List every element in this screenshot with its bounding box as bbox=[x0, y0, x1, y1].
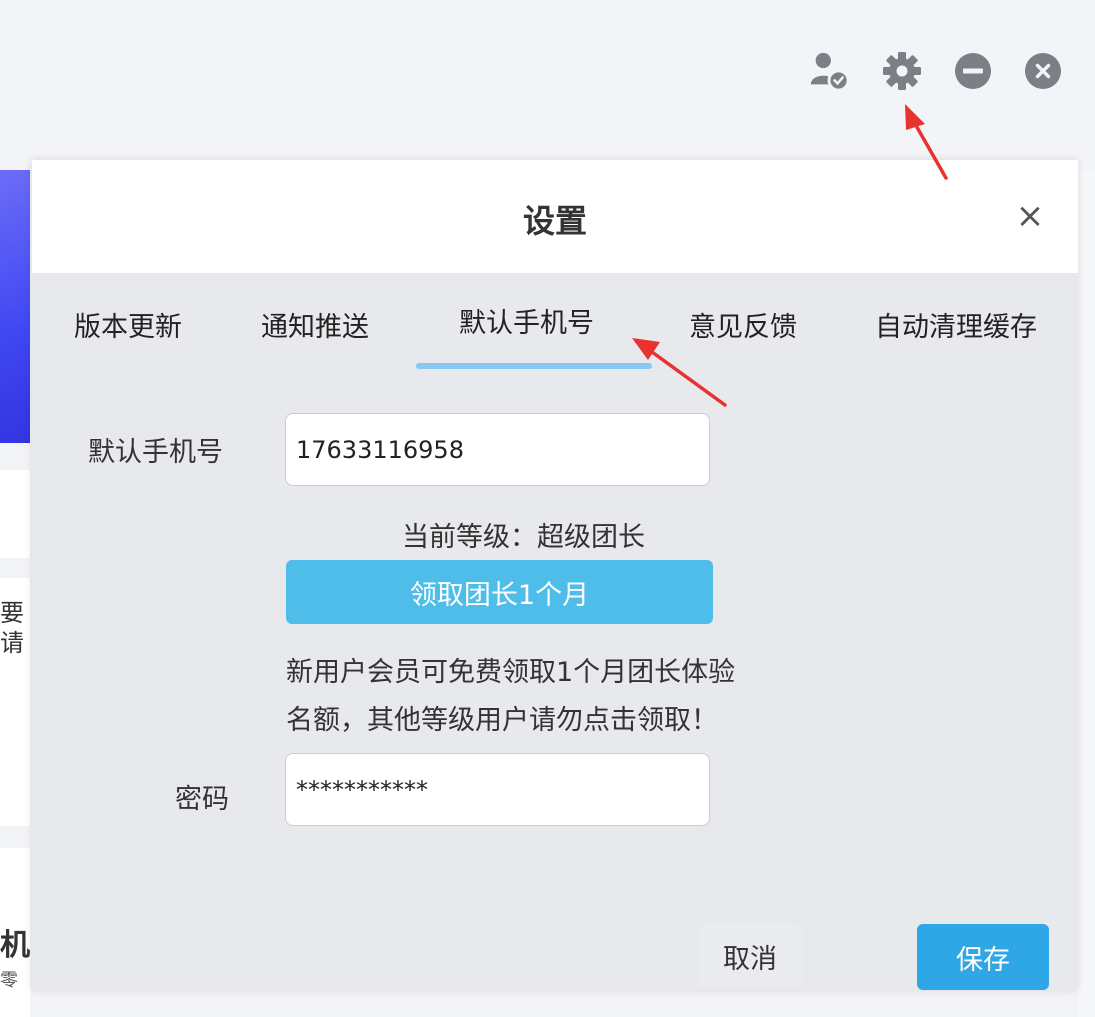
current-level-text: 当前等级：超级团长 bbox=[402, 522, 645, 553]
notice-line-2: 名额，其他等级用户请勿点击领取！ bbox=[286, 705, 718, 736]
password-field-label: 密码 bbox=[175, 784, 229, 815]
dialog-close-button[interactable]: × bbox=[1012, 198, 1048, 234]
tab-feedback[interactable]: 意见反馈 bbox=[689, 305, 797, 344]
tab-auto-clear-cache[interactable]: 自动清理缓存 bbox=[875, 305, 1037, 344]
tab-notification-push[interactable]: 通知推送 bbox=[261, 305, 369, 344]
settings-tabs: 版本更新 通知推送 默认手机号 意见反馈 自动清理缓存 bbox=[32, 273, 1078, 373]
notice-line-1: 新用户会员可免费领取1个月团长体验 bbox=[286, 657, 736, 688]
tab-default-phone[interactable]: 默认手机号 bbox=[459, 301, 594, 340]
claim-leader-button[interactable]: 领取团长1个月 bbox=[286, 560, 713, 624]
window-titlebar bbox=[0, 0, 1095, 150]
minimize-icon[interactable] bbox=[952, 50, 994, 92]
user-check-icon[interactable] bbox=[808, 50, 850, 92]
cancel-button[interactable]: 取消 bbox=[698, 924, 802, 988]
background-banner bbox=[0, 170, 30, 443]
gear-icon[interactable] bbox=[881, 50, 923, 92]
close-icon[interactable] bbox=[1022, 50, 1064, 92]
phone-field-label: 默认手机号 bbox=[88, 437, 223, 468]
password-input[interactable] bbox=[285, 753, 710, 826]
background-text: 机 bbox=[0, 928, 30, 963]
active-tab-indicator bbox=[416, 363, 652, 369]
dialog-title: 设置 bbox=[522, 202, 587, 240]
save-button[interactable]: 保存 bbox=[917, 924, 1049, 990]
tab-version-update[interactable]: 版本更新 bbox=[74, 305, 182, 344]
background-text: 零 bbox=[0, 970, 18, 991]
background-panel bbox=[0, 470, 30, 558]
settings-dialog: 设置 × 版本更新 通知推送 默认手机号 意见反馈 自动清理缓存 默认手机号 当… bbox=[32, 160, 1078, 990]
dialog-header: 设置 × bbox=[32, 160, 1078, 273]
phone-input[interactable] bbox=[285, 413, 710, 486]
background-text: 请 bbox=[0, 629, 24, 657]
background-right-strip bbox=[1078, 170, 1095, 1017]
